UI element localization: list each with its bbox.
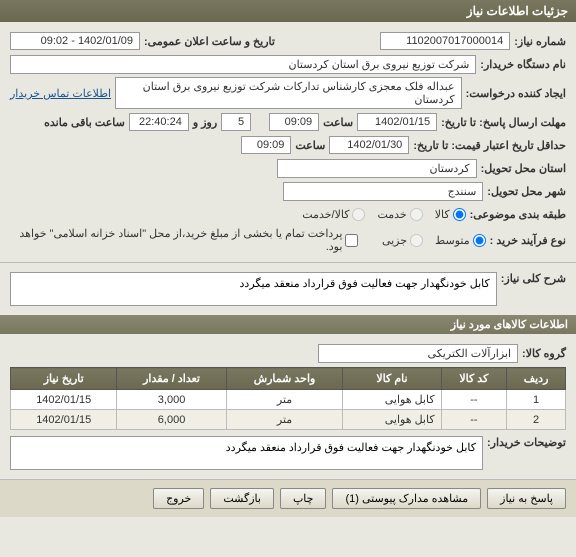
need-no-value: 1102007017000014 bbox=[380, 32, 510, 50]
remain-time: 22:40:24 bbox=[129, 113, 189, 131]
print-button[interactable]: چاپ bbox=[280, 488, 327, 509]
main-panel: جزئیات اطلاعات نیاز شماره نیاز: 11020070… bbox=[0, 0, 576, 517]
cell-name: کابل هوایی bbox=[343, 390, 441, 410]
cell-date: 1402/01/15 bbox=[11, 410, 117, 430]
group-label: گروه کالا: bbox=[522, 347, 566, 360]
deadline-time: 09:09 bbox=[269, 113, 319, 131]
back-button[interactable]: بازگشت bbox=[210, 488, 274, 509]
col-name: نام کالا bbox=[343, 368, 441, 390]
cat-goods-radio[interactable] bbox=[453, 208, 466, 221]
desc-textarea[interactable] bbox=[10, 272, 497, 306]
proc-med-radio[interactable] bbox=[473, 234, 486, 247]
cat-service-option[interactable]: خدمت bbox=[377, 208, 422, 221]
valid-label: حداقل تاریخ اعتبار قیمت: تا تاریخ: bbox=[413, 139, 566, 152]
items-header: اطلاعات کالاهای مورد نیاز bbox=[0, 315, 576, 334]
buyer-note-textarea[interactable] bbox=[10, 436, 483, 470]
province-value: کردستان bbox=[277, 159, 477, 178]
creator-value: عبداله فلک معجزی کارشناس تدارکات شرکت تو… bbox=[115, 77, 462, 109]
deadline-label: مهلت ارسال پاسخ: تا تاریخ: bbox=[441, 116, 566, 129]
col-date: تاریخ نیاز bbox=[11, 368, 117, 390]
group-value: ابزارآلات الکتریکی bbox=[318, 344, 518, 363]
cat-goods-option[interactable]: کالا bbox=[435, 208, 466, 221]
cell-code: -- bbox=[441, 410, 507, 430]
time-label-2: ساعت bbox=[295, 139, 325, 152]
city-label: شهر محل تحویل: bbox=[487, 185, 566, 198]
col-code: کد کالا bbox=[441, 368, 507, 390]
cat-both-label: کالا/خدمت bbox=[302, 208, 349, 221]
cell-qty: 3,000 bbox=[117, 390, 226, 410]
buyer-value: شرکت توزیع نیروی برق استان کردستان bbox=[10, 55, 476, 74]
buyer-note-label: توضیحات خریدار: bbox=[487, 436, 566, 449]
deadline-date: 1402/01/15 bbox=[357, 113, 437, 131]
remain-label: ساعت باقی مانده bbox=[44, 116, 125, 129]
exit-button[interactable]: خروج bbox=[153, 488, 204, 509]
valid-date: 1402/01/30 bbox=[329, 136, 409, 154]
cat-service-radio[interactable] bbox=[410, 208, 423, 221]
creator-label: ایجاد کننده درخواست: bbox=[466, 87, 566, 100]
cat-both-radio[interactable] bbox=[352, 208, 365, 221]
cat-both-option[interactable]: کالا/خدمت bbox=[302, 208, 365, 221]
proc-partial-option[interactable]: جزیی bbox=[382, 234, 423, 247]
items-table: ردیف کد کالا نام کالا واحد شمارش تعداد /… bbox=[10, 367, 566, 430]
cell-name: کابل هوایی bbox=[343, 410, 441, 430]
desc-label: شرح کلی نیاز: bbox=[501, 272, 566, 285]
cell-n: 1 bbox=[507, 390, 566, 410]
reply-button[interactable]: پاسخ به نیاز bbox=[487, 488, 566, 509]
cell-qty: 6,000 bbox=[117, 410, 226, 430]
pay-note-checkbox[interactable] bbox=[345, 234, 358, 247]
attachments-button[interactable]: مشاهده مدارک پیوستی (1) bbox=[332, 488, 481, 509]
col-unit: واحد شمارش bbox=[226, 368, 343, 390]
col-qty: تعداد / مقدار bbox=[117, 368, 226, 390]
table-row[interactable]: 2 -- کابل هوایی متر 6,000 1402/01/15 bbox=[11, 410, 566, 430]
proc-label: نوع فرآیند خرید : bbox=[490, 234, 566, 247]
proc-med-label: متوسط bbox=[435, 234, 470, 247]
proc-partial-label: جزیی bbox=[382, 234, 407, 247]
contact-info-link[interactable]: اطلاعات تماس خریدار bbox=[10, 87, 111, 100]
day-label: روز و bbox=[193, 116, 217, 129]
days-value: 5 bbox=[221, 113, 251, 131]
table-row[interactable]: 1 -- کابل هوایی متر 3,000 1402/01/15 bbox=[11, 390, 566, 410]
proc-partial-radio[interactable] bbox=[410, 234, 423, 247]
col-row: ردیف bbox=[507, 368, 566, 390]
announce-date-value: 1402/01/09 - 09:02 bbox=[10, 32, 140, 50]
cat-goods-label: کالا bbox=[435, 208, 450, 221]
time-label-1: ساعت bbox=[323, 116, 353, 129]
category-label: طبقه بندی موضوعی: bbox=[470, 208, 566, 221]
announce-date-label: تاریخ و ساعت اعلان عمومی: bbox=[144, 35, 275, 48]
panel-header: جزئیات اطلاعات نیاز bbox=[0, 0, 576, 22]
pay-note-text: پرداخت تمام یا بخشی از مبلغ خرید،از محل … bbox=[10, 227, 342, 253]
need-no-label: شماره نیاز: bbox=[514, 35, 566, 48]
cell-code: -- bbox=[441, 390, 507, 410]
valid-time: 09:09 bbox=[241, 136, 291, 154]
cell-unit: متر bbox=[226, 410, 343, 430]
cell-n: 2 bbox=[507, 410, 566, 430]
cell-date: 1402/01/15 bbox=[11, 390, 117, 410]
province-label: استان محل تحویل: bbox=[481, 162, 566, 175]
proc-med-option[interactable]: متوسط bbox=[435, 234, 486, 247]
city-value: سنندج bbox=[283, 182, 483, 201]
buyer-label: نام دستگاه خریدار: bbox=[480, 58, 566, 71]
cat-service-label: خدمت bbox=[377, 208, 406, 221]
cell-unit: متر bbox=[226, 390, 343, 410]
pay-note-option[interactable]: پرداخت تمام یا بخشی از مبلغ خرید،از محل … bbox=[10, 227, 358, 253]
button-bar: پاسخ به نیاز مشاهده مدارک پیوستی (1) چاپ… bbox=[0, 479, 576, 517]
